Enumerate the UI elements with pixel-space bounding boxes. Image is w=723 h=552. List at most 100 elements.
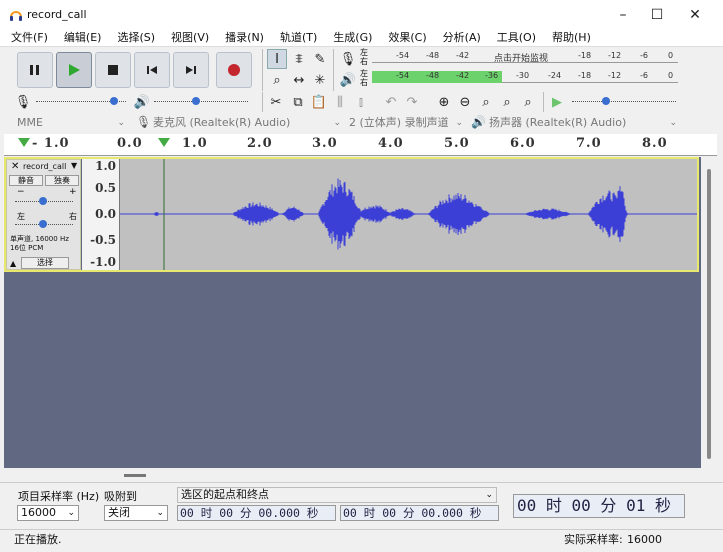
play-speed-slider[interactable]	[572, 93, 676, 107]
draw-tool-icon[interactable]: ✎	[310, 49, 330, 69]
menu-analyze[interactable]: 分析(A)	[432, 30, 486, 46]
track-menu-chevron-icon[interactable]: ▼	[71, 161, 77, 170]
menu-view[interactable]: 视图(V)	[160, 30, 214, 46]
record-tick: -42	[456, 51, 470, 60]
zoom-out-icon[interactable]: ⊖	[455, 92, 475, 112]
play-tick: -48	[426, 71, 440, 80]
fit-selection-icon[interactable]: ⌕	[476, 92, 496, 112]
multi-tool-icon[interactable]: ✳	[310, 70, 330, 90]
select-track-button[interactable]: 选择	[21, 257, 69, 269]
close-track-icon[interactable]: ✕	[11, 161, 19, 172]
scroll-grip[interactable]	[124, 474, 146, 477]
vertical-scrollbar[interactable]	[701, 157, 717, 468]
zoom-in-icon[interactable]: ⊕	[434, 92, 454, 112]
scroll-thumb[interactable]	[707, 169, 711, 459]
undo-icon[interactable]: ↶	[381, 92, 401, 112]
pause-button[interactable]	[17, 52, 53, 88]
menu-tools[interactable]: 工具(O)	[486, 30, 541, 46]
menu-generate[interactable]: 生成(G)	[322, 30, 377, 46]
cut-icon[interactable]: ✂	[266, 92, 286, 112]
snap-to-dropdown[interactable]: 关闭 ⌄	[104, 505, 168, 521]
envelope-tool-icon[interactable]: ⩨	[289, 49, 309, 69]
record-meter-prompt[interactable]: 点击开始监视	[494, 51, 548, 64]
ruler-label: 5.0	[444, 136, 470, 151]
copy-icon[interactable]: ⧉	[288, 92, 308, 112]
redo-icon[interactable]: ↷	[402, 92, 422, 112]
selection-start-time[interactable]: 00 时 00 分 00.000 秒	[177, 505, 336, 521]
track-gain-slider[interactable]	[15, 193, 73, 207]
selection-mode-dropdown[interactable]: 选区的起点和终点 ⌄	[177, 487, 497, 503]
play-tick: -36	[485, 71, 499, 80]
play-tick: 0	[668, 71, 674, 80]
track-name-button[interactable]: record_call	[23, 162, 66, 171]
menu-transport[interactable]: 播录(N)	[214, 30, 269, 46]
amplitude-scale[interactable]: 1.0 0.5 0.0 -0.5 -1.0	[82, 159, 120, 270]
loop-marker-icon[interactable]	[18, 138, 30, 148]
recording-channels-dropdown[interactable]: 2 (立体声) 录制声道 ⌄	[349, 115, 465, 131]
trim-icon[interactable]: ⫼	[330, 92, 350, 112]
playback-meter-speaker-icon[interactable]: 🔊	[338, 70, 358, 90]
track-info: 单声道, 16000 Hz 16位 PCM	[10, 235, 69, 253]
time-shift-tool-icon[interactable]: ↔	[289, 70, 309, 90]
project-rate-dropdown[interactable]: 16000 ⌄	[17, 505, 79, 521]
menu-effect[interactable]: 效果(C)	[377, 30, 431, 46]
paste-icon[interactable]: 📋	[309, 92, 329, 112]
zoom-tool-icon[interactable]: ⌕	[267, 70, 287, 90]
recording-device-dropdown[interactable]: 麦克风 (Realtek(R) Audio) ⌄	[153, 115, 343, 131]
track-info-format: 单声道, 16000 Hz	[10, 235, 69, 243]
fit-project-icon[interactable]: ⌕	[497, 92, 517, 112]
record-meter-mic-icon[interactable]: 🎙	[338, 49, 358, 69]
track-pan-knob[interactable]	[39, 220, 47, 228]
play-tick: -6	[640, 71, 648, 80]
collapse-track-icon[interactable]: ▲	[10, 259, 16, 268]
ruler-label: 1.0	[182, 136, 208, 151]
maximize-button[interactable]: ☐	[638, 0, 676, 30]
play-speed-knob[interactable]	[602, 97, 610, 105]
chevron-down-icon: ⌄	[67, 508, 75, 518]
chevron-down-icon: ⌄	[455, 118, 463, 128]
menu-help[interactable]: 帮助(H)	[541, 30, 596, 46]
track-gain-knob[interactable]	[39, 197, 47, 205]
play-button[interactable]	[56, 52, 92, 88]
chevron-down-icon: ⌄	[485, 490, 493, 500]
horizontal-scrollbar[interactable]	[4, 468, 701, 482]
skip-to-start-button[interactable]	[134, 52, 170, 88]
zoom-toggle-icon[interactable]: ⌕	[518, 92, 538, 112]
close-button[interactable]: ✕	[676, 0, 714, 30]
stop-button[interactable]	[95, 52, 131, 88]
waveform-display[interactable]	[120, 159, 697, 270]
timeline-ruler[interactable]: - 1.0 0.0 1.0 2.0 3.0 4.0 5.0 6.0 7.0 8.…	[4, 134, 717, 156]
play-at-speed-icon[interactable]: ▶	[547, 92, 567, 112]
menu-file[interactable]: 文件(F)	[0, 30, 53, 46]
chevron-down-icon: ⌄	[117, 118, 125, 128]
minimize-button[interactable]: –	[604, 0, 642, 30]
snap-to-label: 吸附到	[104, 490, 137, 503]
record-icon	[228, 64, 240, 76]
selection-tool-icon[interactable]: I	[267, 49, 287, 69]
record-volume-slider[interactable]	[36, 93, 126, 107]
menu-tracks[interactable]: 轨道(T)	[269, 30, 322, 46]
record-volume-knob[interactable]	[110, 97, 118, 105]
silence-icon[interactable]: ⫾	[351, 92, 371, 112]
mute-button[interactable]: 静音	[9, 175, 43, 186]
audio-position-display[interactable]: 00 时 00 分 01 秒	[513, 494, 685, 518]
play-tick: -12	[608, 71, 622, 80]
menu-bar: 文件(F) 编辑(E) 选择(S) 视图(V) 播录(N) 轨道(T) 生成(G…	[0, 30, 723, 46]
play-tick: -24	[548, 71, 562, 80]
skip-to-end-button[interactable]	[173, 52, 209, 88]
play-tick: -42	[456, 71, 470, 80]
record-meter[interactable]: -54 -48 -42 点击开始监视 -18 -12 -6 0	[372, 51, 678, 64]
playback-device-dropdown[interactable]: 扬声器 (Realtek(R) Audio) ⌄	[489, 115, 679, 131]
play-head-marker-icon[interactable]	[158, 138, 170, 148]
menu-edit[interactable]: 编辑(E)	[53, 30, 107, 46]
playback-volume-slider[interactable]	[154, 93, 248, 107]
audio-host-dropdown[interactable]: MME ⌄	[17, 115, 127, 131]
playback-volume-knob[interactable]	[192, 97, 200, 105]
playback-meter[interactable]: -54 -48 -42 -36 -30 -24 -18 -12 -6 0	[372, 71, 678, 83]
selection-end-time[interactable]: 00 时 00 分 00.000 秒	[340, 505, 499, 521]
solo-button[interactable]: 独奏	[45, 175, 79, 186]
record-button[interactable]	[216, 52, 252, 88]
menu-select[interactable]: 选择(S)	[106, 30, 160, 46]
track-pan-slider[interactable]	[15, 216, 73, 230]
selection-mode-value: 选区的起点和终点	[181, 488, 269, 501]
